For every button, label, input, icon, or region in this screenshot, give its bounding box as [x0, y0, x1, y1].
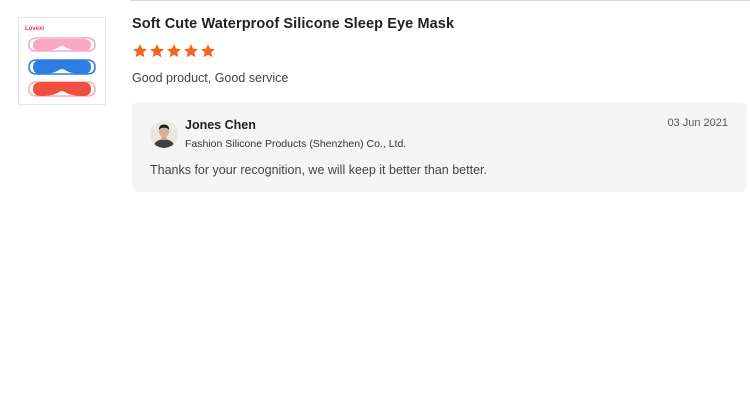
review-page: Lovexi Soft Cute Waterproof Silicone Sle…: [0, 0, 750, 400]
user-avatar: [150, 120, 178, 148]
avatar-icon: [150, 120, 178, 148]
seller-reply: Jones Chen Fashion Silicone Products (Sh…: [132, 102, 747, 192]
divider: [130, 0, 750, 1]
company-name[interactable]: Fashion Silicone Products (Shenzhen) Co.…: [185, 137, 406, 151]
reply-date: 03 Jun 2021: [667, 117, 728, 129]
replier-name: Jones Chen: [185, 118, 256, 132]
product-thumbnail[interactable]: Lovexi: [18, 17, 106, 105]
review-entry: Soft Cute Waterproof Silicone Sleep Eye …: [132, 14, 747, 86]
product-title[interactable]: Soft Cute Waterproof Silicone Sleep Eye …: [132, 14, 747, 34]
star-rating: [132, 43, 747, 61]
star-icon: [150, 44, 164, 58]
star-icon: [133, 44, 147, 58]
star-icon: [201, 44, 215, 58]
thumbnail-brand-mark: Lovexi: [25, 26, 44, 32]
reply-text: Thanks for your recognition, we will kee…: [150, 163, 487, 177]
star-icon: [167, 44, 181, 58]
star-icon: [184, 44, 198, 58]
review-comment: Good product, Good service: [132, 71, 289, 85]
sleep-eye-mask-product-image: Lovexi: [25, 26, 96, 97]
